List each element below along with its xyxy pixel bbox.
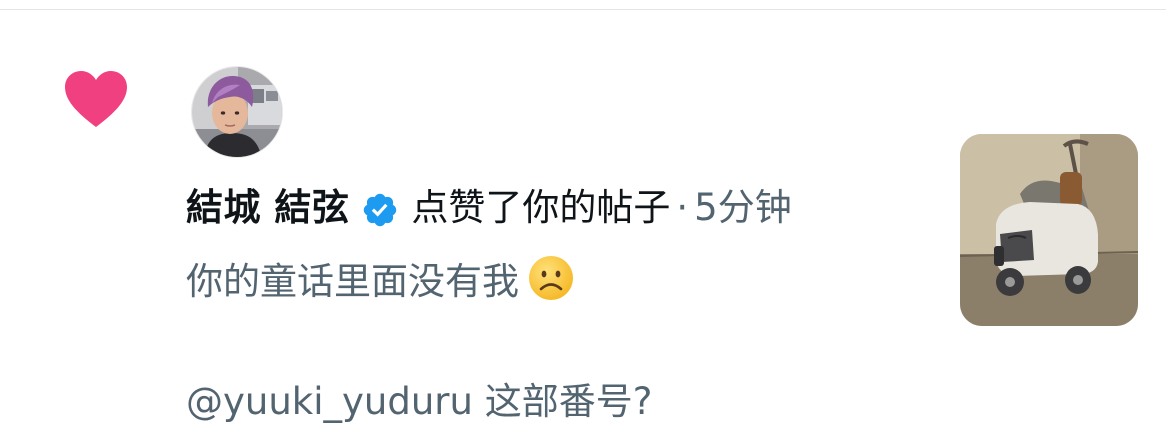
- frowning-face-emoji: [527, 254, 575, 302]
- user-name[interactable]: 結城 結弦: [186, 180, 349, 236]
- separator-dot: ·: [676, 186, 689, 229]
- avatar[interactable]: [191, 66, 283, 158]
- timestamp[interactable]: 5分钟: [694, 180, 792, 236]
- action-text: 点赞了你的帖子: [411, 186, 671, 229]
- notification-headline: 結城 結弦 点赞了你的帖子 · 5分钟: [186, 180, 792, 236]
- post-thumbnail[interactable]: [960, 134, 1138, 326]
- reply-text[interactable]: @yuuki_yuduru 这部番号?: [186, 374, 652, 430]
- heart-icon: [64, 70, 128, 128]
- verified-badge-icon: [361, 189, 399, 227]
- liked-post-snippet[interactable]: 你的童话里面没有我: [186, 250, 575, 306]
- top-divider: [0, 9, 1166, 10]
- snippet-text: 你的童话里面没有我: [186, 260, 519, 303]
